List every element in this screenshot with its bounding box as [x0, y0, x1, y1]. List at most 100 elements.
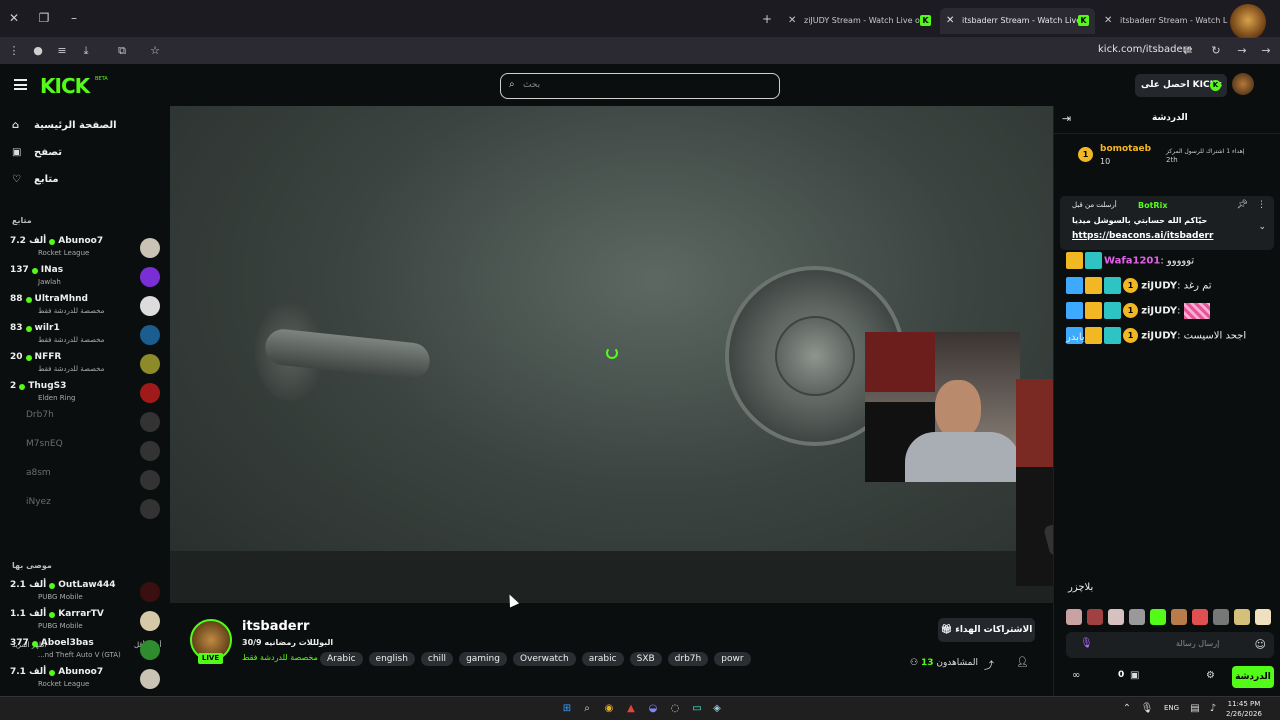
clock[interactable]: 11:45 PM 2/26/2026	[1226, 699, 1262, 719]
sidebar-item-browse[interactable]: ▣ تصفح	[12, 147, 62, 158]
browser-tab-2[interactable]: ✕ itsbaderr Stream - Watch Live K	[940, 8, 1095, 34]
emote-icon[interactable]	[1255, 609, 1271, 625]
settings-icon[interactable]: ⚙	[1206, 670, 1215, 681]
hamburger-menu-icon[interactable]	[14, 79, 27, 90]
gift-box-icon[interactable]: ▣	[1130, 670, 1139, 681]
emote-icon[interactable]	[1129, 609, 1145, 625]
chat-input[interactable]: 🎙︎ إرسال رسالة ☺	[1066, 632, 1274, 658]
language-indicator[interactable]: ENG	[1164, 704, 1179, 712]
stream-tag[interactable]: SXB	[629, 652, 662, 666]
stream-tag[interactable]: Overwatch	[512, 652, 576, 666]
microphone-icon[interactable]: 🎙︎	[1080, 638, 1093, 649]
network-icon[interactable]: ▤	[1188, 702, 1202, 716]
emote-icon[interactable]	[1108, 609, 1124, 625]
emote-icon[interactable]	[1192, 609, 1208, 625]
tab-close-icon[interactable]: ✕	[788, 8, 796, 34]
sidebar-channel[interactable]: 20 NFFR مخصصة للدردشة فقط	[10, 352, 160, 378]
search-input[interactable]: ⌕ بحث	[500, 73, 780, 99]
stream-tag[interactable]: english	[368, 652, 415, 666]
microphone-icon[interactable]: 🎙︎	[1140, 702, 1154, 716]
download-icon[interactable]: ⤓	[78, 43, 94, 59]
streamer-name[interactable]: itsbaderr	[242, 619, 309, 634]
chat-username[interactable]: Wafa1201	[1104, 256, 1160, 267]
bookmark-star-icon[interactable]: ☆	[147, 43, 163, 59]
stream-category[interactable]: مخصصة للدردشة فقط	[242, 653, 318, 662]
sidebar-channel[interactable]: M7snEQ	[10, 439, 160, 465]
tab-close-icon[interactable]: ✕	[946, 8, 954, 34]
app-icon[interactable]: ◌	[668, 702, 682, 716]
user-avatar[interactable]	[1232, 73, 1254, 95]
stream-tag[interactable]: gaming	[459, 652, 507, 666]
volume-icon[interactable]: ♪	[1206, 702, 1220, 716]
forward-icon[interactable]: →	[1234, 43, 1250, 59]
browser-tab-1[interactable]: ✕ ziJUDY Stream - Watch Live on K	[782, 8, 937, 34]
close-window-icon[interactable]: ✕	[6, 10, 22, 26]
sidebar-channel[interactable]: 2 ThugS3 Elden Ring	[10, 381, 160, 407]
sidebar-channel[interactable]: 137 INas Jawlah	[10, 265, 160, 291]
recommended-channel[interactable]: 377 Aboel3bas ...nd Theft Auto V (GTA)	[10, 638, 160, 664]
sidebar-channel[interactable]: a8sm	[10, 468, 160, 494]
chevron-down-icon[interactable]: ⌄	[1258, 222, 1266, 232]
restore-window-icon[interactable]: ❐	[36, 10, 52, 26]
stream-tag[interactable]: powr	[714, 652, 751, 666]
chat-username[interactable]: ziJUDY	[1141, 306, 1177, 317]
send-chat-button[interactable]: الدردشة	[1232, 666, 1274, 688]
stream-tag[interactable]: drb7h	[667, 652, 709, 666]
sidebar-channel[interactable]: Drb7h	[10, 410, 160, 436]
chat-username[interactable]: ziJUDY	[1141, 331, 1177, 342]
terminal-icon[interactable]: ▭	[690, 702, 704, 716]
recommended-channel[interactable]: 1.1 ألف KarrarTV PUBG Mobile	[10, 609, 160, 635]
sidebar-channel[interactable]: 83 wilr1 مخصصة للدردشة فقط	[10, 323, 160, 349]
kick-logo[interactable]: KICK	[40, 74, 90, 98]
windows-start-icon[interactable]: ⊞	[560, 702, 574, 716]
stream-tag[interactable]: arabic	[581, 652, 624, 666]
follow-icon[interactable]: 👤︎	[1016, 657, 1029, 668]
emote-icon[interactable]	[1087, 609, 1103, 625]
recommended-channel[interactable]: 7.1 ألف Abunoo7 Rocket League	[10, 667, 160, 693]
profile-avatar[interactable]	[1230, 4, 1266, 40]
gifter-name[interactable]: bomotaeb	[1100, 144, 1151, 154]
collapse-chat-icon[interactable]: ⇥	[1062, 112, 1071, 125]
sidebar-channel[interactable]: iNyez	[10, 497, 160, 523]
stream-tag[interactable]: chill	[420, 652, 454, 666]
emote-icon[interactable]	[1213, 609, 1229, 625]
recommended-channel[interactable]: 2.1 ألف OutLaw444 PUBG Mobile	[10, 580, 160, 606]
back-icon[interactable]: →	[1258, 43, 1274, 59]
new-tab-icon[interactable]: +	[762, 12, 772, 26]
extensions-icon[interactable]: ⧉	[114, 43, 130, 59]
site-settings-icon[interactable]: ⇄	[1180, 43, 1196, 59]
chrome-icon[interactable]: ◉	[602, 702, 616, 716]
share-icon[interactable]: ⤴	[984, 657, 994, 672]
menu-dots-icon[interactable]: ⋮	[6, 43, 22, 59]
url-field[interactable]: kick.com/itsbaderr	[1098, 44, 1191, 55]
pinned-link[interactable]: https://beacons.ai/itsbaderr	[1072, 231, 1213, 241]
emote-icon[interactable]	[1234, 609, 1250, 625]
pin-icon[interactable]: 📌︎	[1237, 200, 1248, 210]
steam-icon[interactable]: ◈	[710, 702, 724, 716]
more-options-icon[interactable]: ⋮	[1257, 200, 1266, 210]
reload-icon[interactable]: ↻	[1208, 43, 1224, 59]
sidebar-channel[interactable]: 7.2 ألف Abunoo7 Rocket League	[10, 236, 160, 262]
emote-icon[interactable]	[1171, 609, 1187, 625]
sidebar-channel[interactable]: 88 UltraMhnd مخصصة للدردشة فقط	[10, 294, 160, 320]
get-kicks-button[interactable]: احصل على KICKs K	[1135, 74, 1227, 97]
chevron-up-icon[interactable]: ⌃	[1120, 702, 1134, 716]
account-icon[interactable]: ●	[30, 43, 46, 59]
sidebar-item-following[interactable]: ♡ متابع	[12, 174, 59, 185]
community-icon[interactable]: ∞	[1072, 670, 1080, 681]
app-icon[interactable]: ▲	[624, 702, 638, 716]
chat-username[interactable]: ziJUDY	[1141, 281, 1177, 292]
sidebar-item-home[interactable]: ⌂ الصفحة الرئيسية	[12, 120, 117, 131]
reading-list-icon[interactable]: ≡	[54, 43, 70, 59]
emote-icon[interactable]	[1150, 609, 1166, 625]
search-icon[interactable]: ⌕	[580, 702, 594, 716]
minimize-window-icon[interactable]: –	[66, 10, 82, 26]
gift-subscriptions-button[interactable]: 🎁︎ الاشتراكات الهداء	[938, 618, 1035, 642]
pinned-user[interactable]: BotRix	[1138, 201, 1167, 210]
tab-close-icon[interactable]: ✕	[1104, 8, 1112, 34]
stream-tag[interactable]: Arabic	[320, 652, 363, 666]
browser-tab-3[interactable]: ✕ itsbaderr Stream - Watch Live o	[1098, 8, 1228, 34]
emoji-icon[interactable]: ☺	[1255, 638, 1266, 651]
discord-icon[interactable]: ◒	[646, 702, 660, 716]
emote-icon[interactable]	[1066, 609, 1082, 625]
